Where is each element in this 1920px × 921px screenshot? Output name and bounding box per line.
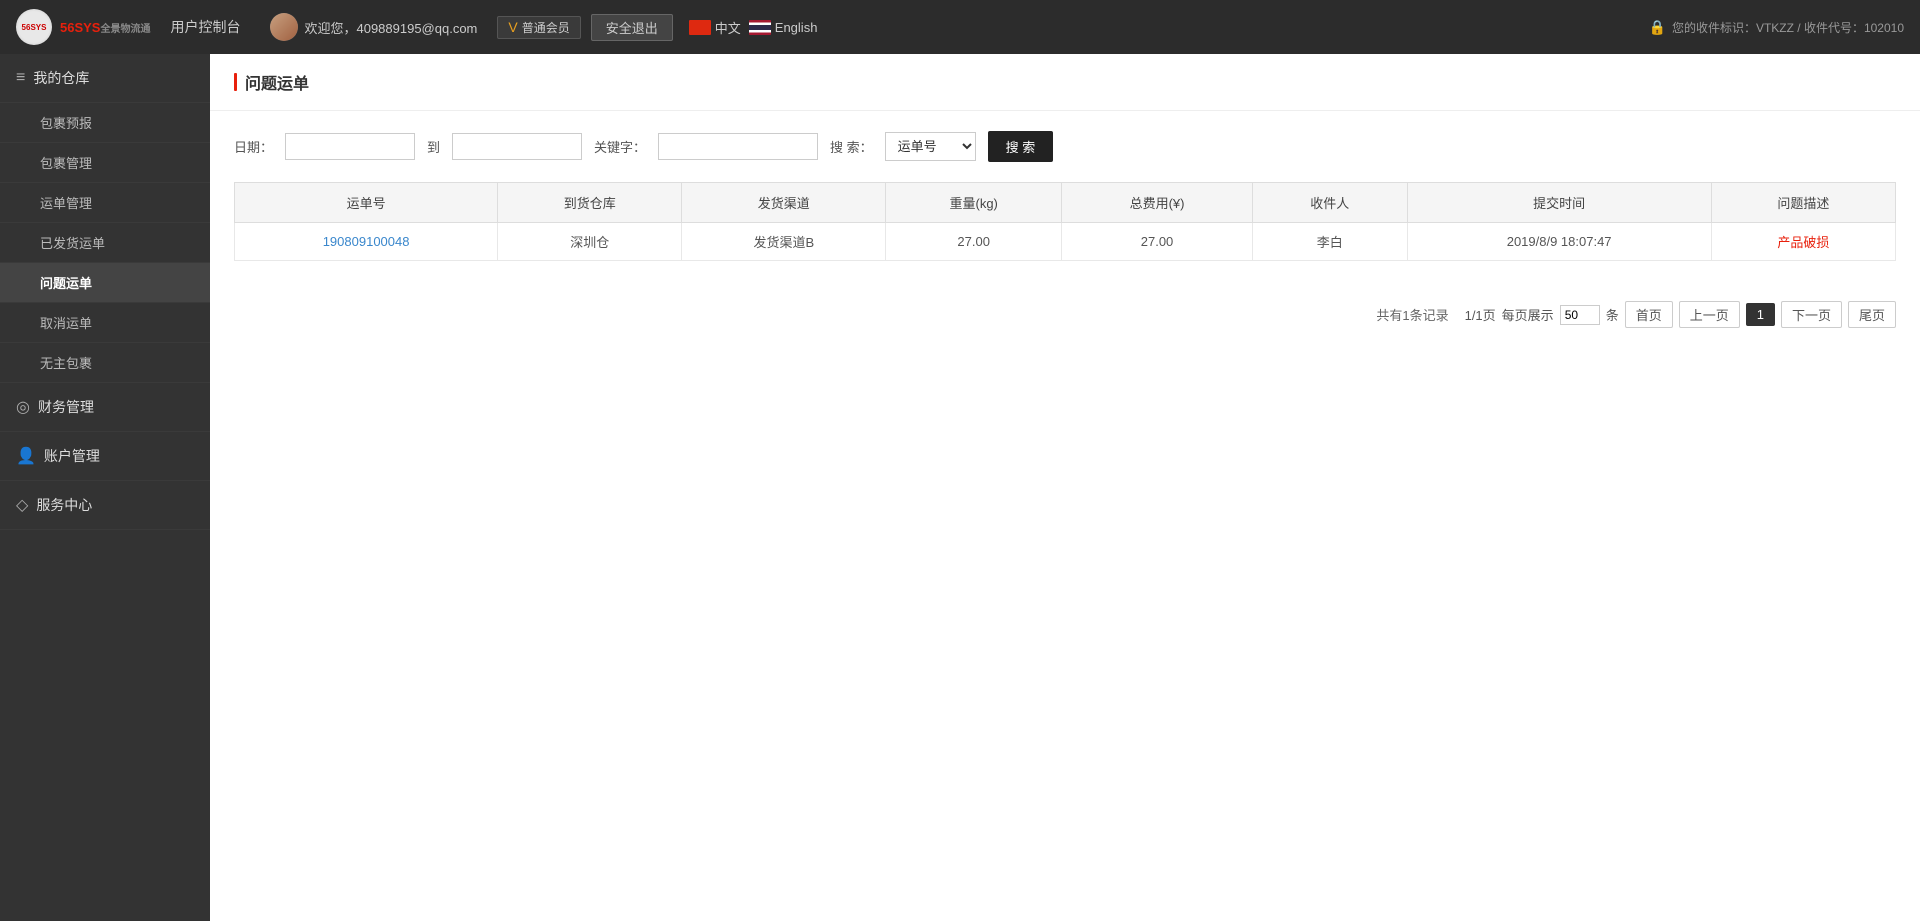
sidebar-item-cancel-orders[interactable]: 取消运单 [0,303,210,343]
main-content: 问题运单 日期： 到 关键字： 搜 索： 运单号 收件人 发货渠道 搜 索 运单 [210,54,1920,921]
lang-en-button[interactable]: English [749,20,818,35]
search-type-select[interactable]: 运单号 收件人 发货渠道 [885,132,976,161]
sidebar-category-account[interactable]: 👤 账户管理 [0,432,210,481]
cell-warehouse: 深圳仓 [498,223,682,261]
logo-text: 56SYS全景物流通 [60,20,150,35]
logout-button[interactable]: 安全退出 [591,14,673,41]
table-row: 190809100048 深圳仓 发货渠道B 27.00 27.00 李白 20… [235,223,1896,261]
per-page-input[interactable] [1560,305,1600,325]
current-page-button[interactable]: 1 [1746,303,1775,326]
user-code-info: 🔒 您的收件标识：VTKZZ / 收件代号：102010 [1649,19,1904,36]
sidebar-item-order-manage[interactable]: 运单管理 [0,183,210,223]
user-info-section: 欢迎您，409889195@qq.com [270,13,477,41]
col-total-fee: 总费用(¥) [1062,183,1253,223]
page-title: 问题运单 [245,70,309,94]
warehouse-icon: ≡ [16,69,25,87]
lock-icon: 🔒 [1649,19,1666,36]
flag-cn-icon [689,20,711,35]
col-warehouse: 到货仓库 [498,183,682,223]
sidebar-item-package-report[interactable]: 包裹预报 [0,103,210,143]
first-page-button[interactable]: 首页 [1625,301,1673,328]
cell-receiver: 李白 [1252,223,1407,261]
cell-issue: 产品破损 [1711,223,1895,261]
cell-total-fee: 27.00 [1062,223,1253,261]
welcome-text: 欢迎您，409889195@qq.com [304,18,477,37]
issue-label: 产品破损 [1777,235,1829,250]
sidebar-category-warehouse[interactable]: ≡ 我的仓库 [0,54,210,103]
page-header: 问题运单 [210,54,1920,111]
date-label: 日期： [234,137,273,156]
lang-cn-label: 中文 [715,18,741,37]
pagination-per-page-label: 每页展示 [1502,305,1554,324]
col-weight: 重量(kg) [886,183,1062,223]
table-body: 190809100048 深圳仓 发货渠道B 27.00 27.00 李白 20… [235,223,1896,261]
lang-en-label: English [775,20,818,35]
orders-table: 运单号 到货仓库 发货渠道 重量(kg) 总费用(¥) 收件人 提交时间 问题描… [234,182,1896,261]
sidebar-item-shipped-orders[interactable]: 已发货运单 [0,223,210,263]
finance-icon: ◎ [16,397,30,417]
col-channel: 发货渠道 [682,183,886,223]
service-icon: ◇ [16,495,28,515]
keyword-label: 关键字： [594,137,646,156]
next-page-button[interactable]: 下一页 [1781,301,1842,328]
sidebar-category-warehouse-label: 我的仓库 [33,68,89,88]
lang-cn-button[interactable]: 中文 [689,18,741,37]
search-button[interactable]: 搜 索 [988,131,1054,162]
date-to-input[interactable] [452,133,582,160]
system-name: 用户控制台 [170,17,240,37]
search-by-label: 搜 索： [830,137,873,156]
keyword-input[interactable] [658,133,818,160]
logo-icon: 56SYS [16,9,52,45]
prev-page-button[interactable]: 上一页 [1679,301,1740,328]
last-page-button[interactable]: 尾页 [1848,301,1896,328]
table-container: 运单号 到货仓库 发货渠道 重量(kg) 总费用(¥) 收件人 提交时间 问题描… [210,182,1920,285]
sidebar: ≡ 我的仓库 包裹预报 包裹管理 运单管理 已发货运单 问题运单 取消运单 无主… [0,54,210,921]
pagination-total: 共有1条记录 [1376,305,1448,324]
sidebar-category-account-label: 账户管理 [44,446,100,466]
cell-weight: 27.00 [886,223,1062,261]
sidebar-item-package-manage[interactable]: 包裹管理 [0,143,210,183]
sidebar-category-finance-label: 财务管理 [38,397,94,417]
filter-bar: 日期： 到 关键字： 搜 索： 运单号 收件人 发货渠道 搜 索 [210,111,1920,182]
date-to-label: 到 [427,137,440,156]
logo: 56SYS 56SYS全景物流通 [16,9,150,45]
col-receiver: 收件人 [1252,183,1407,223]
sidebar-item-unclaimed[interactable]: 无主包裹 [0,343,210,383]
cell-channel: 发货渠道B [682,223,886,261]
date-from-input[interactable] [285,133,415,160]
pagination-per-page-unit: 条 [1606,305,1619,324]
col-submit-time: 提交时间 [1407,183,1711,223]
sidebar-item-problem-orders[interactable]: 问题运单 [0,263,210,303]
member-icon: V [508,19,517,35]
table-header: 运单号 到货仓库 发货渠道 重量(kg) 总费用(¥) 收件人 提交时间 问题描… [235,183,1896,223]
member-badge: V 普通会员 [497,16,580,39]
title-bar-accent [234,73,237,91]
header: 56SYS 56SYS全景物流通 用户控制台 欢迎您，409889195@qq.… [0,0,1920,54]
pagination: 共有1条记录 1/1页 每页展示 条 首页 上一页 1 下一页 尾页 [210,285,1920,344]
cell-submit-time: 2019/8/9 18:07:47 [1407,223,1711,261]
member-label: 普通会员 [522,19,570,36]
sidebar-category-finance[interactable]: ◎ 财务管理 [0,383,210,432]
sidebar-category-service[interactable]: ◇ 服务中心 [0,481,210,530]
account-icon: 👤 [16,446,36,466]
pagination-page-info: 1/1页 [1465,305,1496,324]
user-identifier: 您的收件标识：VTKZZ / 收件代号：102010 [1672,19,1904,36]
layout: ≡ 我的仓库 包裹预报 包裹管理 运单管理 已发货运单 问题运单 取消运单 无主… [0,54,1920,921]
avatar [270,13,298,41]
sidebar-category-service-label: 服务中心 [36,495,92,515]
col-order-no: 运单号 [235,183,498,223]
language-switch: 中文 English [689,18,818,37]
cell-order-no: 190809100048 [235,223,498,261]
order-link[interactable]: 190809100048 [323,234,410,249]
flag-th-icon [749,20,771,35]
col-issue: 问题描述 [1711,183,1895,223]
